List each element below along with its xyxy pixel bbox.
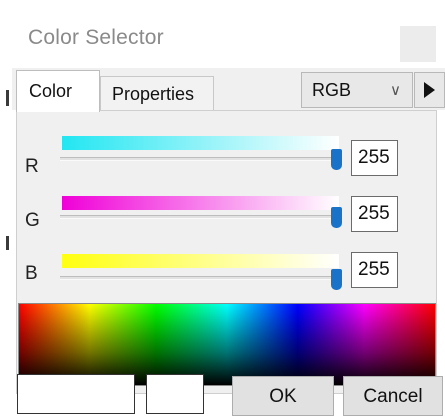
value-text: 255 (358, 203, 390, 224)
edge-mark (6, 236, 9, 250)
ok-button[interactable]: OK (232, 376, 334, 416)
new-color-swatch (17, 374, 135, 414)
value-text: 255 (358, 259, 390, 280)
slider-thumb-g[interactable] (331, 207, 342, 228)
channel-label-b: B (25, 263, 38, 284)
edge-mark (6, 90, 9, 106)
slider-thumb-b[interactable] (331, 269, 342, 290)
slider-track-r[interactable] (60, 157, 342, 161)
slider-thumb-r[interactable] (331, 149, 342, 170)
play-triangle-icon (424, 82, 435, 98)
tab-properties[interactable]: Properties (100, 76, 214, 110)
next-button[interactable] (414, 72, 445, 108)
slider-track-b[interactable] (60, 276, 342, 280)
tab-label: Color (29, 81, 73, 101)
tab-color[interactable]: Color (16, 70, 100, 112)
gradient-bar-g (62, 196, 339, 210)
value-input-g[interactable]: 255 (351, 196, 398, 232)
close-button[interactable] (400, 26, 436, 62)
gradient-bar-b (62, 254, 339, 268)
channel-label-r: R (25, 156, 39, 177)
color-mode-select[interactable]: RGB ∨ (301, 72, 413, 108)
old-color-swatch (146, 374, 204, 414)
cancel-label: Cancel (363, 386, 423, 407)
chevron-down-icon: ∨ (390, 82, 401, 99)
value-text: 255 (358, 147, 390, 168)
cancel-button[interactable]: Cancel (343, 376, 443, 416)
value-input-r[interactable]: 255 (351, 140, 398, 176)
color-mode-value: RGB (312, 80, 352, 100)
ok-label: OK (269, 386, 297, 407)
slider-track-g[interactable] (60, 215, 342, 219)
value-input-b[interactable]: 255 (351, 252, 398, 288)
gradient-bar-r (62, 136, 339, 150)
window-title: Color Selector (28, 26, 164, 49)
tab-label: Properties (112, 84, 195, 104)
channel-label-g: G (25, 210, 40, 231)
